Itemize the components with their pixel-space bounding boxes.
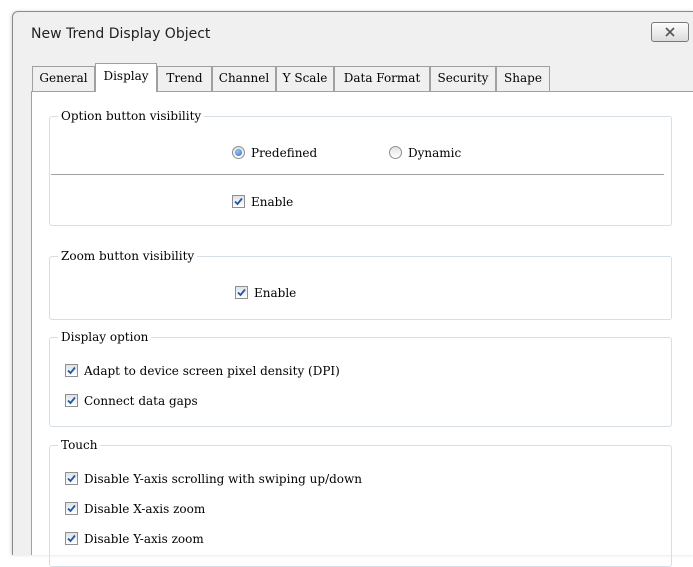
checkbox[interactable] [232, 195, 245, 208]
disable-y-scroll-label: Disable Y-axis scrolling with swiping up… [84, 472, 363, 486]
display-option-group: Display option Adapt to device screen pi… [49, 329, 672, 427]
connect-data-gaps-label: Connect data gaps [84, 394, 198, 408]
checkbox[interactable] [65, 364, 78, 377]
dynamic-radio[interactable]: Dynamic [389, 145, 489, 161]
checkbox[interactable] [65, 394, 78, 407]
option-button-visibility-group: Option button visibility Predefined Dyna… [49, 108, 672, 226]
tab-shape[interactable]: Shape [496, 66, 550, 91]
predefined-label: Predefined [251, 146, 318, 160]
checkbox[interactable] [235, 286, 248, 299]
connect-data-gaps-checkbox[interactable]: Connect data gaps [65, 393, 315, 409]
tab-data-format[interactable]: Data Format [334, 66, 430, 91]
checkmark-icon [67, 366, 76, 375]
tab-security[interactable]: Security [430, 66, 496, 91]
zoom-button-enable-checkbox[interactable]: Enable [235, 285, 315, 301]
separator-line [51, 174, 664, 176]
checkbox[interactable] [65, 532, 78, 545]
checkmark-icon [67, 396, 76, 405]
zoom-button-visibility-group: Zoom button visibility Enable [49, 248, 672, 320]
touch-title: Touch [58, 437, 101, 453]
tab-general[interactable]: General [32, 66, 95, 91]
close-button[interactable] [651, 22, 689, 42]
disable-x-zoom-checkbox[interactable]: Disable X-axis zoom [65, 501, 315, 517]
checkmark-icon [67, 504, 76, 513]
tab-channel[interactable]: Channel [212, 66, 276, 91]
dynamic-radio-button[interactable] [389, 146, 402, 159]
option-button-visibility-title: Option button visibility [58, 108, 205, 124]
checkmark-icon [67, 534, 76, 543]
option-button-enable-label: Enable [251, 195, 294, 209]
option-button-enable-checkbox[interactable]: Enable [232, 194, 312, 210]
display-tab-panel: Option button visibility Predefined Dyna… [31, 91, 693, 567]
tab-trend[interactable]: Trend [157, 66, 212, 91]
dynamic-label: Dynamic [408, 146, 462, 160]
dialog-title: New Trend Display Object [31, 26, 211, 42]
display-option-title: Display option [58, 329, 152, 345]
disable-y-zoom-checkbox[interactable]: Disable Y-axis zoom [65, 531, 315, 547]
new-trend-display-dialog: New Trend Display Object General Display… [12, 11, 693, 567]
tab-y-scale[interactable]: Y Scale [276, 66, 334, 91]
close-icon [665, 27, 675, 37]
adapt-dpi-label: Adapt to device screen pixel density (DP… [84, 364, 340, 378]
disable-y-zoom-label: Disable Y-axis zoom [84, 532, 204, 546]
touch-group: Touch Disable Y-axis scrolling with swip… [49, 437, 672, 567]
predefined-radio-button[interactable] [232, 146, 245, 159]
disable-x-zoom-label: Disable X-axis zoom [84, 502, 206, 516]
zoom-button-enable-label: Enable [254, 286, 297, 300]
checkmark-icon [234, 197, 243, 206]
predefined-radio[interactable]: Predefined [232, 145, 332, 161]
adapt-dpi-checkbox[interactable]: Adapt to device screen pixel density (DP… [65, 363, 465, 379]
checkbox[interactable] [65, 502, 78, 515]
zoom-button-visibility-title: Zoom button visibility [58, 248, 198, 264]
tab-display[interactable]: Display [95, 63, 157, 92]
checkmark-icon [67, 474, 76, 483]
disable-y-scroll-checkbox[interactable]: Disable Y-axis scrolling with swiping up… [65, 471, 485, 487]
checkmark-icon [237, 288, 246, 297]
checkbox[interactable] [65, 472, 78, 485]
title-bar: New Trend Display Object [13, 12, 693, 54]
